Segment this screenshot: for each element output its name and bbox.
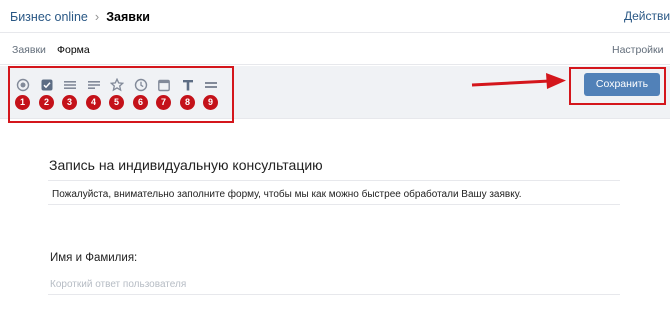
- form-description[interactable]: Пожалуйста, внимательно заполните форму,…: [52, 189, 521, 200]
- annotation-number: 5: [109, 95, 124, 110]
- annotation-number: 7: [156, 95, 171, 110]
- answer-placeholder: Короткий ответ пользователя: [50, 279, 187, 290]
- short-text-icon[interactable]: [87, 78, 101, 92]
- annotation-number: 3: [62, 95, 77, 110]
- paragraph-icon[interactable]: [63, 78, 77, 92]
- top-bar: Бизнес online › Заявки Действия: [0, 0, 670, 33]
- annotation-number: 8: [180, 95, 195, 110]
- divider: [48, 204, 620, 205]
- save-button[interactable]: Сохранить: [584, 73, 660, 96]
- annotation-number: 1: [15, 95, 30, 110]
- section-icon[interactable]: [204, 78, 218, 92]
- text-icon[interactable]: [181, 78, 195, 92]
- annotation-number: 6: [133, 95, 148, 110]
- divider: [48, 180, 620, 181]
- clock-icon[interactable]: [134, 78, 148, 92]
- actions-menu[interactable]: Действия: [624, 9, 670, 23]
- annotation-arrow-icon: [471, 73, 566, 89]
- form-title[interactable]: Запись на индивидуальную консультацию: [49, 157, 323, 173]
- breadcrumb-separator-icon: ›: [94, 9, 100, 24]
- star-rating-icon[interactable]: [110, 78, 124, 92]
- checkbox-icon[interactable]: [40, 78, 54, 92]
- tab-requests[interactable]: Заявки: [12, 44, 46, 56]
- breadcrumb-root-link[interactable]: Бизнес online: [10, 10, 88, 24]
- calendar-icon[interactable]: [157, 78, 171, 92]
- annotation-number: 4: [86, 95, 101, 110]
- tab-form[interactable]: Форма: [57, 44, 90, 56]
- divider: [48, 294, 620, 295]
- annotation-number: 2: [39, 95, 54, 110]
- tools-annotation-frame: [8, 66, 234, 123]
- tabs-row: Заявки Форма Настройки: [0, 34, 670, 65]
- tab-settings[interactable]: Настройки: [612, 44, 664, 56]
- breadcrumb: Бизнес online › Заявки: [10, 9, 150, 24]
- breadcrumb-current: Заявки: [106, 9, 150, 24]
- question-label[interactable]: Имя и Фамилия:: [50, 252, 137, 264]
- radio-icon[interactable]: [16, 78, 30, 92]
- annotation-number: 9: [203, 95, 218, 110]
